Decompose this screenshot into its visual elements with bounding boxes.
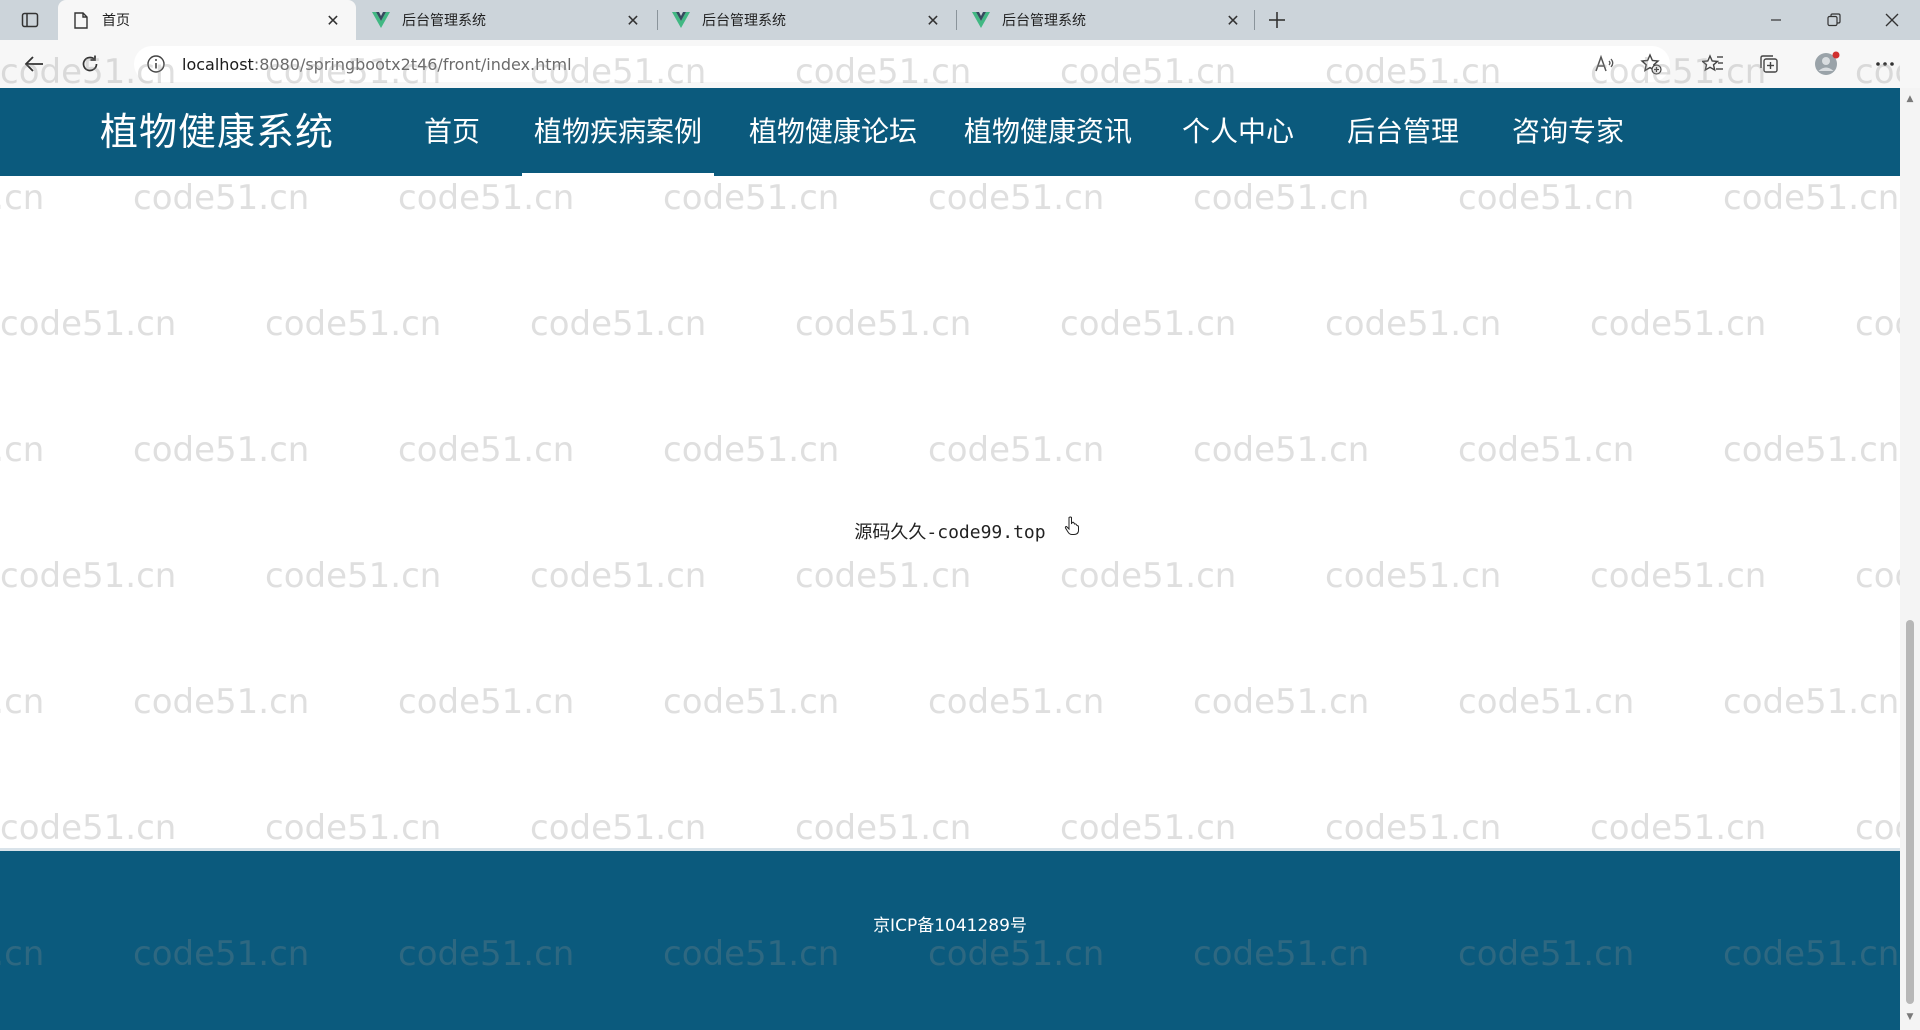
read-aloud-icon — [1595, 54, 1614, 72]
browser-tab-admin-3[interactable]: 后台管理系统 ✕ — [958, 0, 1256, 40]
tab-separator — [1254, 10, 1255, 30]
browser-tab-strip: 首页 ✕ 后台管理系统 ✕ 后台管理系统 ✕ 后台管理系统 ✕ — [0, 0, 1920, 40]
address-input[interactable]: localhost:8080/springbootx2t46/front/ind… — [134, 46, 1670, 82]
site-header: 植物健康系统 首页 植物疾病案例 植物健康论坛 植物健康资讯 个人中心 后台管理… — [0, 88, 1900, 176]
profile-button[interactable] — [1810, 48, 1844, 80]
nav-plant-health-forum[interactable]: 植物健康论坛 — [749, 88, 917, 176]
tab-title: 后台管理系统 — [1002, 13, 1086, 29]
tab-title: 后台管理系统 — [402, 13, 486, 29]
nav-admin[interactable]: 后台管理 — [1347, 88, 1459, 176]
close-tab-icon[interactable]: ✕ — [622, 9, 644, 31]
url-path: :8080/springbootx2t46/front/index.html — [253, 54, 572, 74]
collections-icon — [1760, 55, 1778, 73]
hand-cursor-icon — [1064, 516, 1079, 535]
vue-logo-icon — [972, 11, 990, 29]
site-footer: 京ICP备1041289号 — [0, 848, 1900, 1030]
back-button[interactable] — [16, 48, 52, 80]
restore-icon — [1827, 13, 1841, 27]
info-icon[interactable] — [144, 52, 168, 76]
nav-plant-disease-cases[interactable]: 植物疾病案例 — [521, 88, 715, 176]
settings-more-button[interactable] — [1868, 48, 1902, 80]
restore-button[interactable] — [1806, 0, 1862, 40]
nav-home[interactable]: 首页 — [424, 88, 480, 176]
close-tab-icon[interactable]: ✕ — [322, 9, 344, 31]
center-text: 源码久久-code99.top — [854, 522, 1046, 543]
scroll-up-icon[interactable]: ▲ — [1903, 92, 1917, 106]
nav-consult-expert[interactable]: 咨询专家 — [1512, 88, 1624, 176]
site-title: 植物健康系统 — [100, 110, 335, 154]
add-favorite-button[interactable] — [1634, 48, 1668, 80]
browser-tab-admin-1[interactable]: 后台管理系统 ✕ — [358, 0, 656, 40]
tab-separator — [956, 10, 957, 30]
url-host: localhost — [182, 54, 254, 74]
scroll-thumb[interactable] — [1906, 620, 1914, 1004]
collections-button[interactable] — [1752, 48, 1786, 80]
main-content — [0, 176, 1900, 936]
browser-tab-admin-2[interactable]: 后台管理系统 ✕ — [658, 0, 956, 40]
back-arrow-icon — [24, 56, 43, 72]
more-icon — [1876, 62, 1894, 66]
nav-personal-center[interactable]: 个人中心 — [1182, 88, 1294, 176]
close-window-button[interactable] — [1864, 0, 1920, 40]
read-aloud-button[interactable] — [1588, 48, 1622, 80]
favorites-button[interactable] — [1696, 48, 1730, 80]
scroll-down-icon[interactable]: ▼ — [1903, 1010, 1917, 1024]
close-tab-icon[interactable]: ✕ — [1222, 9, 1244, 31]
page-icon — [72, 11, 90, 29]
close-icon — [1885, 13, 1899, 27]
close-tab-icon[interactable]: ✕ — [922, 9, 944, 31]
browser-tab-home[interactable]: 首页 ✕ — [58, 0, 356, 40]
refresh-button[interactable] — [72, 48, 108, 80]
page-viewport: 植物健康系统 首页 植物疾病案例 植物健康论坛 植物健康资讯 个人中心 后台管理… — [0, 88, 1900, 1030]
refresh-icon — [82, 55, 98, 72]
tab-title: 首页 — [102, 13, 130, 29]
vue-logo-icon — [672, 11, 690, 29]
footer-icp-text: 京ICP备1041289号 — [873, 916, 1027, 936]
tab-actions-icon[interactable] — [14, 8, 46, 32]
star-add-icon — [1640, 53, 1662, 75]
favorites-icon — [1702, 54, 1723, 72]
nav-plant-health-news[interactable]: 植物健康资讯 — [964, 88, 1132, 176]
new-tab-button[interactable] — [1262, 6, 1292, 34]
avatar-icon — [1815, 51, 1840, 75]
browser-toolbar: localhost:8080/springbootx2t46/front/ind… — [0, 40, 1920, 88]
plus-icon — [1269, 12, 1285, 28]
minimize-icon — [1771, 19, 1781, 21]
page-scrollbar[interactable]: ▲ ▼ — [1900, 88, 1920, 1030]
minimize-button[interactable] — [1748, 0, 1804, 40]
url-text: localhost:8080/springbootx2t46/front/ind… — [182, 55, 572, 74]
tab-title: 后台管理系统 — [702, 13, 786, 29]
vue-logo-icon — [372, 11, 390, 29]
